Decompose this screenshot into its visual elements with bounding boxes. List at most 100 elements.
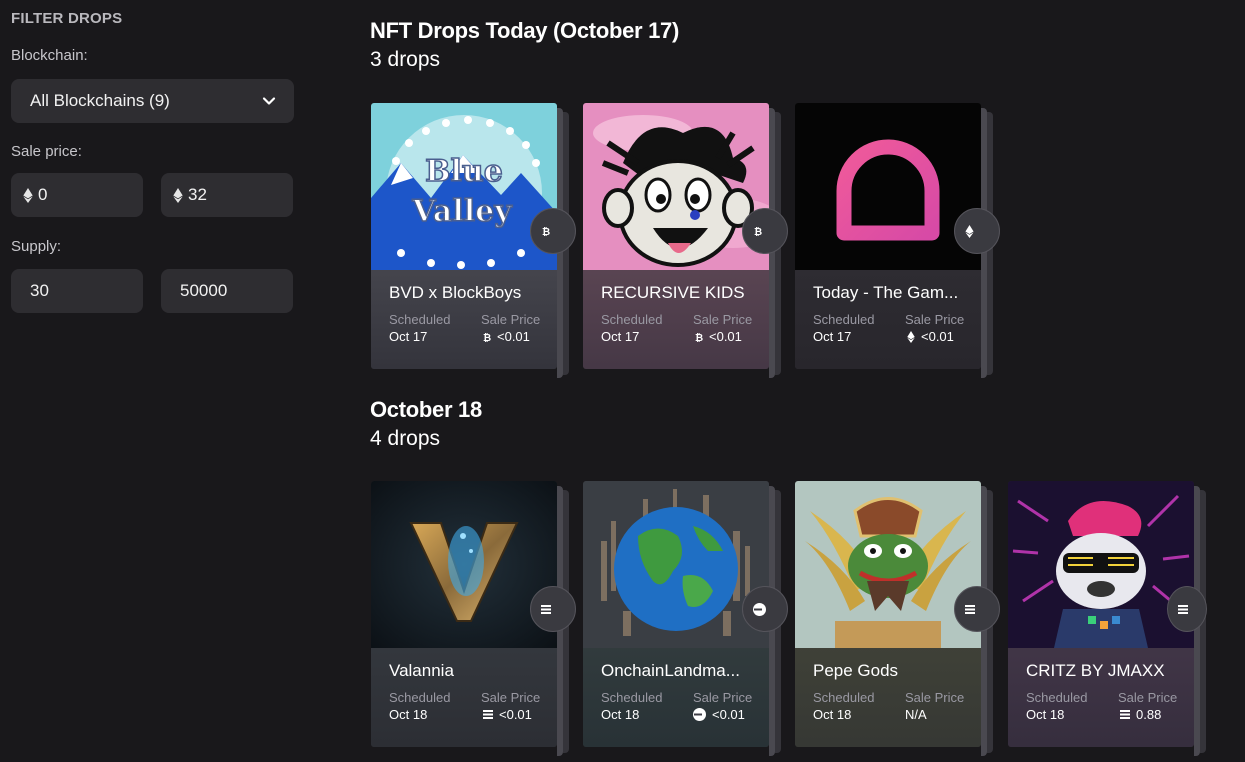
drop-price: N/A (905, 707, 927, 722)
drop-date: Oct 18 (601, 707, 640, 722)
chain-badge: ₿ (742, 208, 788, 254)
drop-date: Oct 17 (813, 329, 852, 344)
sale-price-label: Sale Price (693, 690, 753, 705)
price-max-input[interactable] (188, 185, 278, 205)
drop-card[interactable]: CRITZ BY JMAXX Scheduled Sale Price Oct … (1008, 481, 1194, 747)
scheduled-label: Scheduled (601, 690, 663, 705)
art-text: Valley (411, 194, 513, 229)
drop-card-today-the-game[interactable]: Today - The Gam... Scheduled Sale Price … (795, 103, 1000, 378)
chevron-down-icon (262, 97, 276, 105)
drop-price-value: N/A (905, 707, 927, 722)
drop-name: Today - The Gam... (813, 283, 959, 302)
bitcoin-icon: ₿ (483, 332, 491, 342)
drop-date: Oct 18 (389, 707, 428, 722)
solana-icon (1178, 604, 1188, 614)
section-count-oct18: 4 drops (370, 427, 441, 450)
chain-badge: ₿ (530, 208, 576, 254)
drop-card[interactable]: Blue Valley BVD x BlockBoys Scheduled Sa… (371, 103, 557, 369)
base-icon (753, 602, 766, 616)
drop-price: 0.88 (1120, 707, 1161, 722)
svg-text:₿: ₿ (695, 332, 703, 342)
drop-card[interactable]: Valannia Scheduled Sale Price Oct 18 <0.… (371, 481, 557, 747)
scheduled-label: Scheduled (389, 312, 451, 327)
drop-price-value: <0.01 (921, 329, 954, 344)
drop-card-onchainlandmarks[interactable]: OnchainLandma... Scheduled Sale Price Oc… (583, 481, 788, 756)
price-min-field[interactable] (11, 173, 143, 217)
drop-card[interactable]: Today - The Gam... Scheduled Sale Price … (795, 103, 981, 369)
card-info: CRITZ BY JMAXX Scheduled Sale Price Oct … (1008, 648, 1194, 747)
drop-price-value: <0.01 (499, 707, 532, 722)
drop-card-critz[interactable]: CRITZ BY JMAXX Scheduled Sale Price Oct … (1008, 481, 1208, 756)
scheduled-label: Scheduled (1026, 690, 1088, 705)
card-info: OnchainLandma... Scheduled Sale Price Oc… (583, 648, 769, 747)
supply-max-input[interactable] (180, 281, 270, 301)
drop-price: <0.01 (907, 329, 954, 344)
scheduled-label: Scheduled (813, 690, 875, 705)
drop-card-valannia[interactable]: Valannia Scheduled Sale Price Oct 18 <0.… (371, 481, 576, 756)
sale-price-label: Sale Price (905, 312, 965, 327)
ethereum-icon (23, 187, 33, 203)
drop-card-recursive-kids[interactable]: RECURSIVE KIDS Scheduled Sale Price Oct … (583, 103, 788, 378)
supply-label: Supply: (11, 238, 62, 255)
drop-price: <0.01 (483, 707, 532, 722)
drop-card[interactable]: OnchainLandma... Scheduled Sale Price Oc… (583, 481, 769, 747)
drop-image (795, 103, 981, 270)
blockchain-select-value: All Blockchains (9) (30, 91, 170, 110)
drop-price: <0.01 (693, 707, 745, 722)
ethereum-icon (173, 187, 183, 203)
drop-card[interactable]: Pepe Gods Scheduled Sale Price Oct 18 N/… (795, 481, 981, 747)
scheduled-label: Scheduled (389, 690, 451, 705)
scheduled-label: Scheduled (601, 312, 663, 327)
blockchain-select[interactable]: All Blockchains (9) (11, 79, 294, 123)
drop-name: BVD x BlockBoys (389, 283, 522, 302)
drop-price-value: <0.01 (709, 329, 742, 344)
solana-icon (1120, 710, 1130, 719)
blockchain-label: Blockchain: (11, 47, 88, 64)
drop-price-value: 0.88 (1136, 707, 1162, 722)
sale-price-label: Sale Price (481, 690, 541, 705)
bitcoin-icon: ₿ (542, 226, 550, 236)
drop-price-value: <0.01 (712, 707, 745, 722)
drop-image (583, 103, 769, 270)
drop-card[interactable]: RECURSIVE KIDS Scheduled Sale Price Oct … (583, 103, 769, 369)
section-count-today: 3 drops (370, 48, 441, 71)
card-info: Pepe Gods Scheduled Sale Price Oct 18 N/… (795, 648, 981, 747)
drop-date: Oct 18 (1026, 707, 1065, 722)
supply-max-field[interactable] (161, 269, 293, 313)
drop-image (1008, 481, 1194, 648)
price-min-input[interactable] (38, 185, 128, 205)
drop-image (583, 481, 769, 648)
card-info: BVD x BlockBoys Scheduled Sale Price Oct… (371, 270, 557, 369)
card-info: RECURSIVE KIDS Scheduled Sale Price Oct … (583, 270, 769, 369)
drop-image (371, 481, 557, 648)
drop-date: Oct 17 (601, 329, 640, 344)
bitcoin-icon: ₿ (695, 332, 703, 342)
filter-title: FILTER DROPS (11, 10, 123, 27)
drop-name: Pepe Gods (813, 661, 899, 680)
drop-card-bvd[interactable]: Blue Valley BVD x BlockBoys Scheduled Sa… (371, 103, 576, 378)
sale-price-label: Sale Price (481, 312, 541, 327)
ethereum-icon (907, 330, 915, 343)
drop-image: Blue Valley (371, 103, 557, 270)
solana-icon (541, 604, 551, 614)
ethereum-icon (965, 224, 974, 238)
chain-badge (530, 586, 576, 632)
drop-card-pepe-gods[interactable]: Pepe Gods Scheduled Sale Price Oct 18 N/… (795, 481, 1000, 756)
drop-name: RECURSIVE KIDS (601, 283, 745, 302)
supply-min-input[interactable] (30, 281, 120, 301)
drop-name: OnchainLandma... (601, 661, 740, 680)
base-icon (693, 708, 706, 721)
card-info: Valannia Scheduled Sale Price Oct 18 <0.… (371, 648, 557, 747)
drop-name: Valannia (389, 661, 454, 680)
sale-price-label: Sale Price (905, 690, 965, 705)
section-title-today: NFT Drops Today (October 17) (370, 18, 679, 43)
svg-text:₿: ₿ (754, 226, 762, 236)
supply-min-field[interactable] (11, 269, 143, 313)
section-title-oct18: October 18 (370, 397, 482, 422)
chain-badge (1167, 586, 1207, 632)
svg-text:₿: ₿ (542, 226, 550, 236)
chain-badge (954, 208, 1000, 254)
scheduled-label: Scheduled (813, 312, 875, 327)
price-max-field[interactable] (161, 173, 293, 217)
drop-date: Oct 17 (389, 329, 428, 344)
